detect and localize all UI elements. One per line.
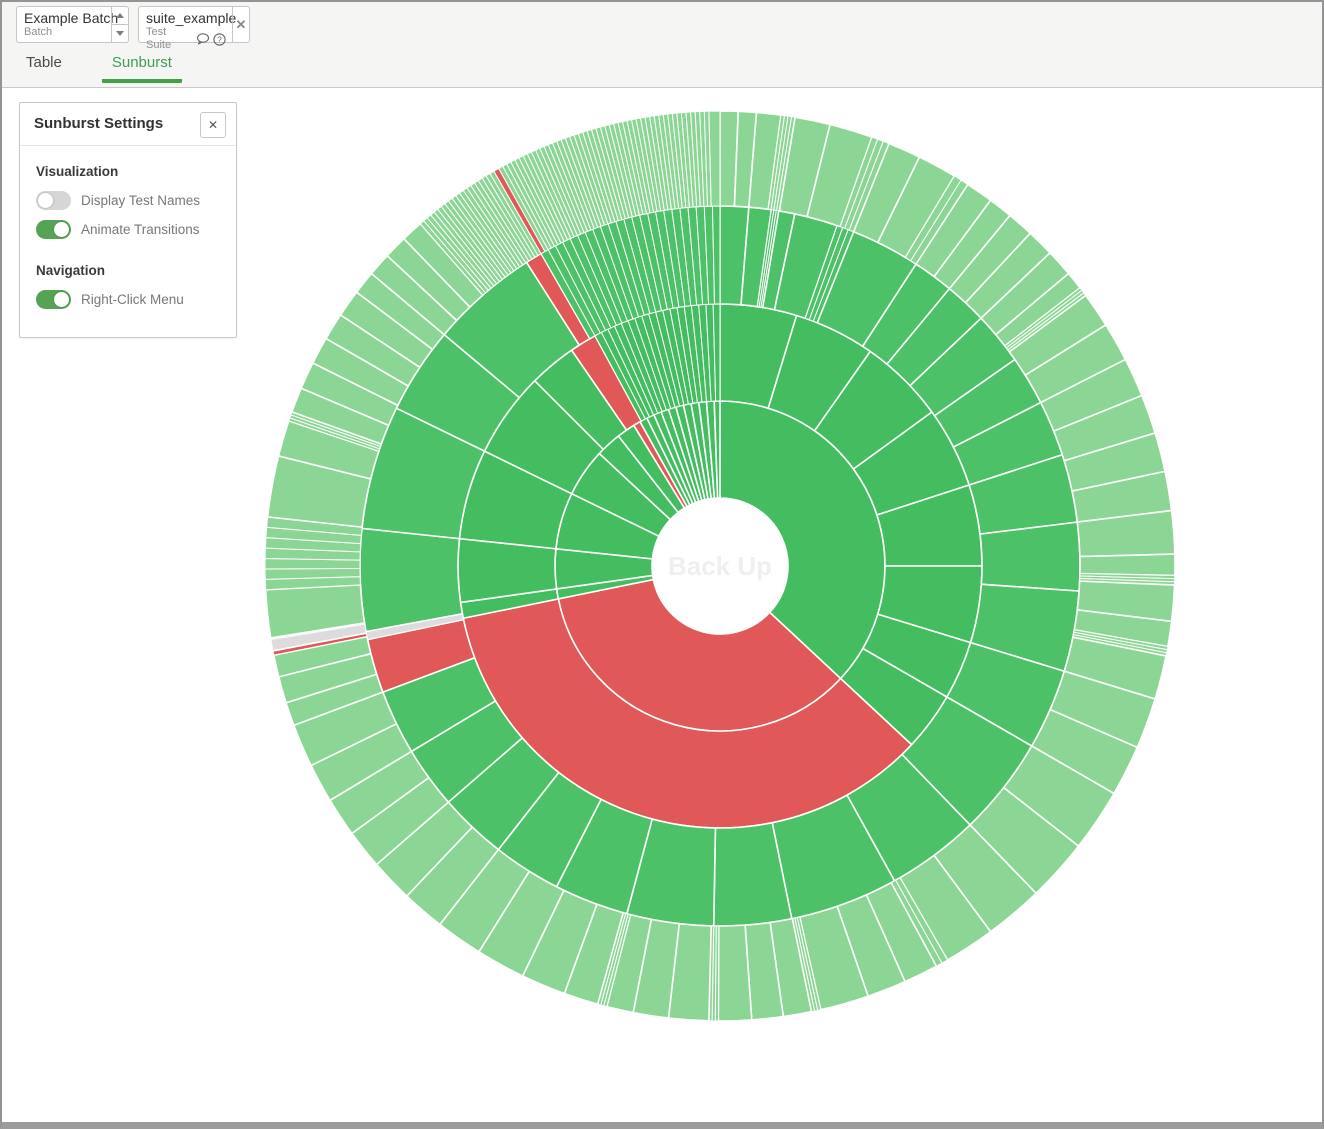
batch-spinner [111,7,128,42]
settings-panel-header: Sunburst Settings ✕ [20,103,236,146]
toggle-row-display-test-names: Display Test Names [36,191,220,210]
section-visualization: Visualization [36,164,220,179]
section-navigation: Navigation [36,263,220,278]
batch-title: Example Batch [24,10,105,26]
chevron-down-icon [116,31,124,36]
toggle-knob [38,193,53,208]
right-click-menu-label: Right-Click Menu [81,292,184,307]
suite-close-button[interactable]: ✕ [232,7,249,42]
chevron-up-icon [116,13,124,18]
batch-spin-down-button[interactable] [112,25,128,42]
suite-subtitle: Test Suite [146,26,192,52]
close-icon: ✕ [236,17,247,33]
toggle-knob [54,292,69,307]
suite-card[interactable]: suite_example Test Suite ? [138,6,250,43]
svg-text:?: ? [217,34,222,44]
comment-icon[interactable] [196,33,210,45]
app-window: Example Batch Batch suite_example Test S… [0,0,1324,1129]
toggle-knob [54,222,69,237]
batch-spin-up-button[interactable] [112,7,128,25]
sunburst-segment[interactable] [1080,554,1175,575]
batch-subtitle: Batch [24,26,52,39]
tab-bar: Table Sunburst [16,50,182,83]
display-test-names-toggle[interactable] [36,191,71,210]
sunburst-segment[interactable] [709,111,720,206]
header: Example Batch Batch suite_example Test S… [2,2,1322,88]
content-area: Back Up Sunburst Settings ✕ Visualizatio… [2,89,1322,1122]
svg-text:Back Up: Back Up [668,551,772,581]
help-icon[interactable]: ? [213,33,226,46]
toggle-row-right-click-menu: Right-Click Menu [36,290,220,309]
display-test-names-label: Display Test Names [81,193,200,208]
sunburst-segment[interactable] [718,925,751,1021]
settings-panel-title: Sunburst Settings [34,115,163,132]
settings-close-button[interactable]: ✕ [200,112,226,138]
animate-transitions-label: Animate Transitions [81,222,200,237]
close-icon: ✕ [208,118,218,132]
sunburst-segment[interactable] [980,522,1080,591]
toggle-row-animate-transitions: Animate Transitions [36,220,220,239]
suite-title: suite_example [146,10,226,26]
tab-table[interactable]: Table [16,50,72,83]
animate-transitions-toggle[interactable] [36,220,71,239]
tab-sunburst[interactable]: Sunburst [102,50,182,83]
sunburst-settings-panel: Sunburst Settings ✕ Visualization Displa… [19,102,237,338]
right-click-menu-toggle[interactable] [36,290,71,309]
back-up-button[interactable]: Back Up [652,498,788,634]
sunburst-segment[interactable] [360,528,462,631]
batch-card[interactable]: Example Batch Batch [16,6,129,43]
